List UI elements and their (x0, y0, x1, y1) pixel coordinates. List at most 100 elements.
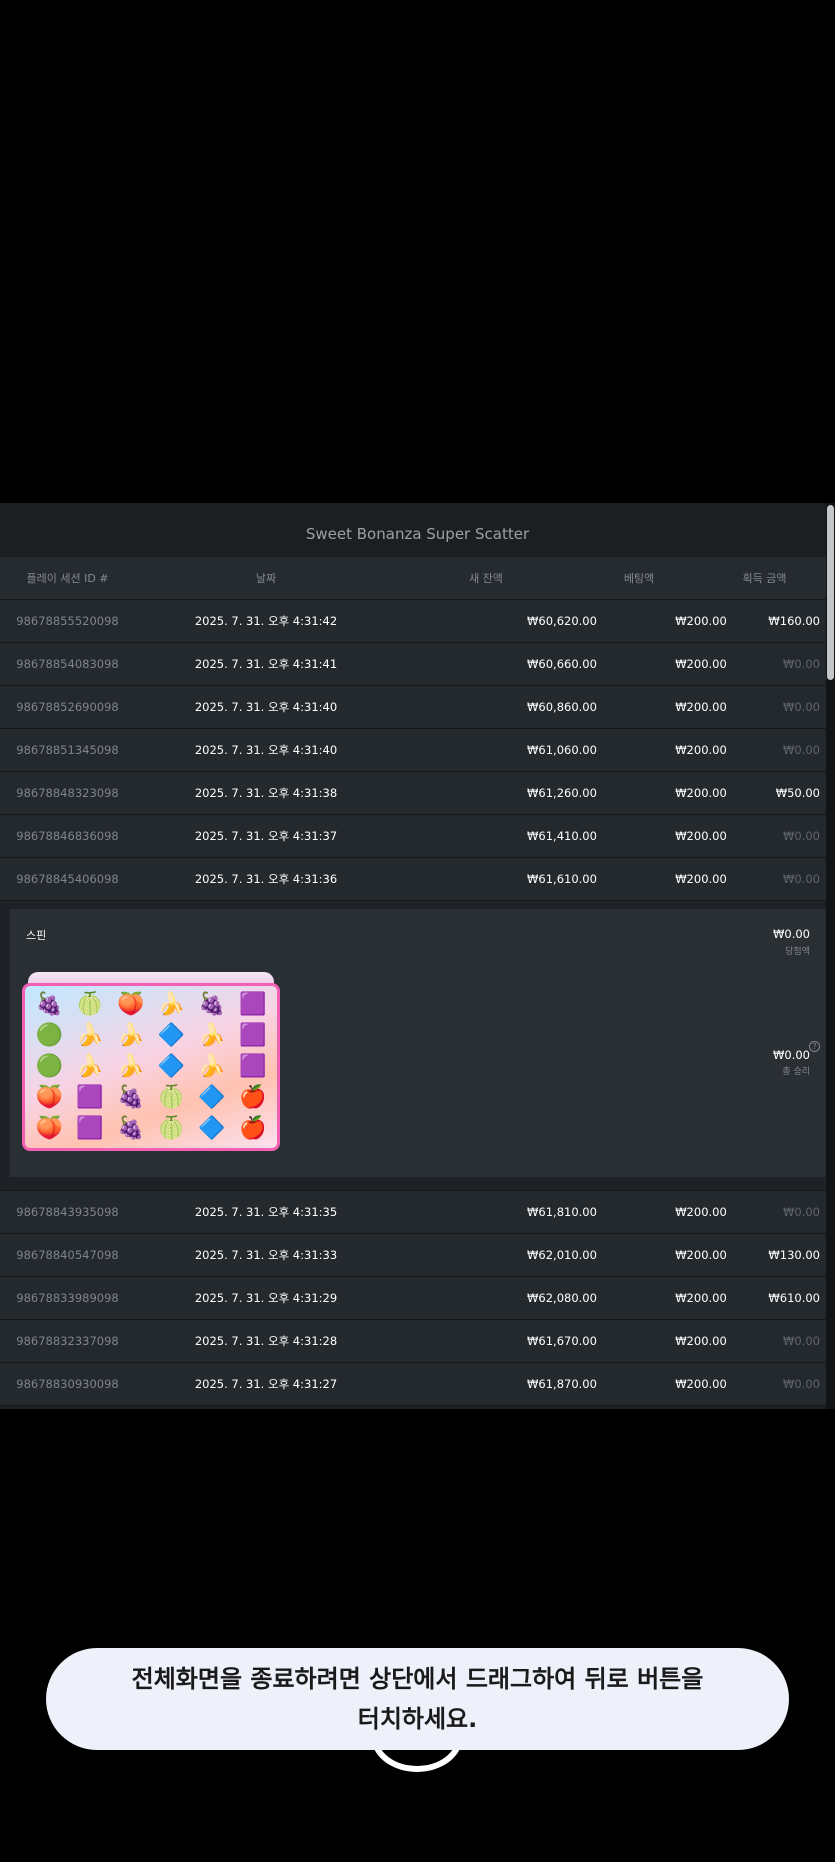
slot-symbol-icon: 🍑 (35, 1085, 64, 1111)
cell-win: ₩0.00 (783, 872, 820, 886)
cell-session-id: 98678830930098 (16, 1377, 119, 1391)
table-row[interactable]: 98678855520098 2025. 7. 31. 오후 4:31:42 ₩60… (0, 600, 826, 643)
cell-bet: ₩200.00 (675, 657, 727, 671)
cell-date: 2025. 7. 31. 오후 4:31:35 (194, 1205, 338, 1219)
table-row[interactable]: 98678830930098 2025. 7. 31. 오후 4:31:27 ₩61… (0, 1363, 826, 1406)
cell-win: ₩0.00 (783, 1377, 820, 1391)
cell-session-id: 98678832337098 (16, 1334, 119, 1348)
cell-balance: ₩62,080.00 (527, 1291, 597, 1305)
cell-win: ₩0.00 (783, 1334, 820, 1348)
table-row[interactable]: 98678846836098 2025. 7. 31. 오후 4:31:37 ₩61… (0, 815, 826, 858)
cell-win: ₩160.00 (768, 614, 820, 628)
table-row[interactable]: 98678832337098 2025. 7. 31. 오후 4:31:28 ₩61… (0, 1320, 826, 1363)
slot-symbol-icon: 🍌 (157, 991, 186, 1017)
slot-symbol-icon: 🟪 (76, 1116, 104, 1142)
spin-win-value: ₩0.00 (773, 927, 810, 941)
spin-detail: 스핀 ₩0.00 당첨액 ₩0.00 총 승리 ? 🍇 🍈 🍑 🍌 🍇 🟪 🟢 🍌 🍌 🔷 🍌 🟪 🟢 🍌… (0, 901, 826, 1191)
cell-win: ₩50.00 (775, 786, 820, 800)
cell-win: ₩0.00 (783, 829, 820, 843)
cell-session-id: 98678851345098 (16, 743, 119, 757)
cell-balance: ₩60,660.00 (527, 657, 597, 671)
cell-bet: ₩200.00 (675, 743, 727, 757)
col-balance: 새 잔액 (469, 572, 503, 585)
total-win-caption: 총 승리 (782, 1067, 810, 1077)
table-row[interactable]: 98678840547098 2025. 7. 31. 오후 4:31:33 ₩62… (0, 1234, 826, 1277)
scroll-thumb[interactable] (827, 505, 834, 680)
table-row[interactable]: 98678854083098 2025. 7. 31. 오후 4:31:41 ₩60… (0, 643, 826, 686)
spin-detail-card: 스핀 ₩0.00 당첨액 ₩0.00 총 승리 ? 🍇 🍈 🍑 🍌 🍇 🟪 🟢 🍌 🍌 🔷 🍌 🟪 🟢 🍌… (10, 909, 826, 1177)
slot-symbol-icon: 🟢 (35, 1022, 64, 1048)
col-session-id: 플레이 세션 ID # (26, 572, 109, 585)
cell-session-id: 98678848323098 (16, 786, 119, 800)
table-row[interactable]: 98678843935098 2025. 7. 31. 오후 4:31:35 ₩61… (0, 1191, 826, 1234)
cell-balance: ₩61,060.00 (527, 743, 597, 757)
cell-balance: ₩61,670.00 (527, 1334, 597, 1348)
cell-session-id: 98678854083098 (16, 657, 119, 671)
slot-symbol-icon: 🍑 (116, 991, 145, 1017)
col-win: 획득 금액 (742, 572, 787, 585)
cell-date: 2025. 7. 31. 오후 4:31:40 (194, 700, 338, 714)
history-panel: Sweet Bonanza Super Scatter 플레이 세션 ID # … (0, 503, 835, 1409)
cell-session-id: 98678833989098 (16, 1291, 119, 1305)
slot-symbol-icon: 🔷 (157, 1053, 186, 1079)
toast-line-2: 터치하세요. (357, 1705, 478, 1733)
cell-session-id: 98678845406098 (16, 872, 119, 886)
game-title: Sweet Bonanza Super Scatter (0, 503, 835, 557)
history-table: 플레이 세션 ID # 날짜 새 잔액 베팅액 획득 금액 9867885552… (0, 557, 826, 1406)
table-row[interactable]: 98678852690098 2025. 7. 31. 오후 4:31:40 ₩60… (0, 686, 826, 729)
spin-label: 스핀 (26, 929, 47, 942)
slot-symbol-icon: 🍇 (198, 991, 226, 1017)
cell-date: 2025. 7. 31. 오후 4:31:36 (194, 872, 338, 886)
cell-win: ₩0.00 (783, 657, 820, 671)
slot-symbol-icon: 🍌 (116, 1053, 145, 1079)
cell-bet: ₩200.00 (675, 1377, 727, 1391)
slot-symbol-icon: 🍇 (116, 1116, 145, 1142)
table-header: 플레이 세션 ID # 날짜 새 잔액 베팅액 획득 금액 (0, 557, 826, 600)
cell-date: 2025. 7. 31. 오후 4:31:37 (194, 829, 338, 843)
cell-session-id: 98678852690098 (16, 700, 119, 714)
slot-symbol-icon: 🍌 (198, 1022, 226, 1048)
slot-symbol-icon: 🟢 (35, 1053, 64, 1079)
scrollbar[interactable] (826, 503, 835, 1409)
cell-win: ₩0.00 (783, 743, 820, 757)
slot-symbol-icon: 🔷 (198, 1116, 226, 1142)
toast-line-1: 전체화면을 종료하려면 상단에서 드래그하여 뒤로 버튼을 (131, 1665, 704, 1693)
cell-balance: ₩62,010.00 (527, 1248, 597, 1262)
cell-date: 2025. 7. 31. 오후 4:31:41 (194, 657, 338, 671)
table-row[interactable]: 98678845406098 2025. 7. 31. 오후 4:31:36 ₩61… (0, 858, 826, 901)
table-row[interactable]: 98678848323098 2025. 7. 31. 오후 4:31:38 ₩61… (0, 772, 826, 815)
cell-win: ₩0.00 (783, 1205, 820, 1219)
cell-win: ₩610.00 (768, 1291, 820, 1305)
cell-date: 2025. 7. 31. 오후 4:31:27 (194, 1377, 338, 1391)
cell-session-id: 98678846836098 (16, 829, 119, 843)
rows-after: 98678843935098 2025. 7. 31. 오후 4:31:35 ₩61… (0, 1191, 826, 1406)
rows-before: 98678855520098 2025. 7. 31. 오후 4:31:42 ₩60… (0, 600, 826, 901)
fullscreen-toast: 전체화면을 종료하려면 상단에서 드래그하여 뒤로 버튼을 터치하세요. (46, 1648, 789, 1750)
total-win-value: ₩0.00 (773, 1048, 810, 1062)
table-row[interactable]: 98678851345098 2025. 7. 31. 오후 4:31:40 ₩61… (0, 729, 826, 772)
slot-symbol-icon: 🍌 (76, 1053, 104, 1079)
spin-win-caption: 당첨액 (785, 947, 810, 957)
slot-symbol-icon: 🔷 (157, 1022, 186, 1048)
cell-balance: ₩61,870.00 (527, 1377, 597, 1391)
symbol-grid: 🍇 🍈 🍑 🍌 🍇 🟪 🟢 🍌 🍌 🔷 🍌 🟪 🟢 🍌 🍌 🔷 🍌 🟪 🍑 🟪 🍇 🍈 🔷 🍎 🍑 🟪 🍇 🍈 🔷 🍎 (22, 983, 280, 1151)
cell-bet: ₩200.00 (675, 1334, 727, 1348)
cell-date: 2025. 7. 31. 오후 4:31:42 (194, 614, 338, 628)
col-date: 날짜 (255, 572, 277, 585)
help-icon[interactable]: ? (809, 1041, 820, 1052)
slot-symbol-icon: 🟪 (238, 1053, 267, 1079)
cell-balance: ₩61,260.00 (527, 786, 597, 800)
slot-symbol-icon: 🟪 (238, 991, 267, 1017)
slot-symbol-icon: 🟪 (76, 1085, 104, 1111)
cell-balance: ₩60,860.00 (527, 700, 597, 714)
cell-date: 2025. 7. 31. 오후 4:31:28 (194, 1334, 338, 1348)
slot-symbol-icon: 🍌 (116, 1022, 145, 1048)
cell-win: ₩0.00 (783, 700, 820, 714)
table-row[interactable]: 98678833989098 2025. 7. 31. 오후 4:31:29 ₩62… (0, 1277, 826, 1320)
slot-symbol-icon: 🍈 (157, 1116, 186, 1142)
cell-bet: ₩200.00 (675, 1205, 727, 1219)
cell-balance: ₩61,410.00 (527, 829, 597, 843)
slot-symbol-icon: 🔷 (198, 1085, 226, 1111)
slot-symbol-icon: 🍑 (35, 1116, 64, 1142)
cell-bet: ₩200.00 (675, 1248, 727, 1262)
